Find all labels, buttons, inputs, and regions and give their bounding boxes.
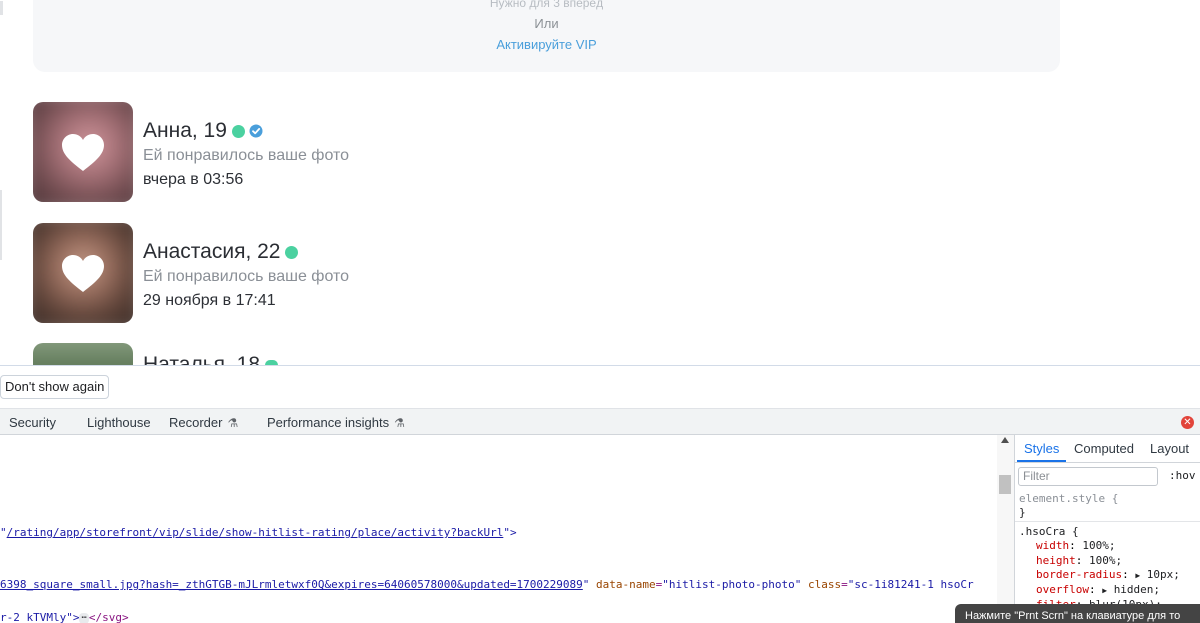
css-property[interactable]: overflow: ▶ hidden;: [1015, 583, 1200, 598]
online-status-dot: [285, 245, 299, 259]
closing-tag: </svg>: [88, 611, 129, 623]
dom-node-line[interactable]: 6398_square_small.jpg?hash=_zthGTGB-mJLr…: [0, 578, 974, 591]
css-property[interactable]: border-radius: ▶ 10px;: [1015, 568, 1200, 583]
profile-name[interactable]: Анастасия, 22: [143, 240, 280, 264]
dont-show-again-button[interactable]: Don't show again: [0, 375, 110, 399]
like-timestamp: вчера в 03:56: [143, 171, 244, 188]
attr-quote: ": [0, 526, 7, 539]
tab-label: Performance insights: [267, 415, 390, 430]
dom-node-line[interactable]: r-2 kTVMly"> ⋯ </svg>: [0, 611, 129, 623]
tab-styles[interactable]: Styles: [1024, 441, 1059, 456]
scroll-edge-marker: [0, 190, 2, 260]
expand-triangle-icon[interactable]: ▶: [1102, 586, 1107, 595]
element-style-selector: element.style {: [1019, 492, 1119, 505]
css-property[interactable]: height: 100%;: [1015, 554, 1200, 568]
blurred-profile-photo[interactable]: [33, 343, 133, 365]
like-card[interactable]: Анна, 19 Ей понравилось ваше фото вчера …: [33, 102, 633, 202]
tab-performance-insights[interactable]: Performance insights ⚗: [267, 415, 405, 430]
scroll-edge-marker: [0, 1, 3, 15]
heart-icon: [62, 255, 104, 292]
attr-value: "sc-1i81241-1 hsoCr: [847, 578, 974, 591]
activate-vip-link[interactable]: Активируйте VIP: [33, 37, 1060, 52]
scroll-up-arrow-icon[interactable]: [1001, 437, 1009, 443]
css-selector: .hsoCra {: [1019, 525, 1079, 538]
profile-name[interactable]: Анна, 19: [143, 119, 227, 143]
heart-icon: [62, 134, 104, 171]
tab-label: Recorder: [169, 415, 223, 430]
online-status-dot: [231, 124, 245, 138]
like-description: Ей понравилось ваше фото: [143, 268, 350, 285]
tab-computed[interactable]: Computed: [1074, 441, 1134, 456]
prop-name: height: [1036, 553, 1076, 567]
hov-toggle-button[interactable]: :hov: [1169, 469, 1196, 482]
experiment-flask-icon: ⚗: [394, 416, 405, 430]
blurred-profile-photo[interactable]: [33, 102, 133, 202]
attr-quote: ": [582, 578, 590, 591]
css-rule[interactable]: .hsoCra { width: 100%; height: 100%; bor…: [1015, 525, 1200, 613]
scrollbar-thumb[interactable]: [999, 475, 1011, 494]
prop-name: width: [1036, 539, 1070, 553]
attr-name: data-name: [596, 578, 656, 591]
vip-promo-box: Нужно для 3 вперёд Или Активируйте VIP: [33, 0, 1060, 72]
prop-value: 100%;: [1082, 539, 1116, 553]
tab-layout[interactable]: Layout: [1150, 441, 1189, 456]
devtools-tab-bar: Security Lighthouse Recorder ⚗ Performanc…: [0, 408, 1200, 435]
matches-page: Нужно для 3 вперёд Или Активируйте VIP А…: [0, 0, 1200, 365]
verified-badge-icon: [249, 124, 263, 138]
profile-name[interactable]: Наталья, 18: [143, 356, 260, 365]
expand-ellipsis-button[interactable]: ⋯: [79, 612, 89, 623]
devtools-info-bar: Don't show again: [0, 366, 1200, 408]
rule-close-brace: }: [1019, 506, 1026, 519]
like-card[interactable]: Анастасия, 22 Ей понравилось ваше фото 2…: [33, 223, 633, 323]
css-property[interactable]: width: 100%;: [1015, 539, 1200, 553]
attr-value: r-2 kTVMly">: [0, 611, 80, 623]
divider: [1015, 462, 1200, 463]
vip-or-text: Или: [534, 16, 559, 31]
devtools-panel: Don't show again Security Lighthouse Rec…: [0, 365, 1200, 623]
src-link[interactable]: 6398_square_small.jpg?hash=_zthGTGB-mJLr…: [0, 578, 583, 591]
tab-security[interactable]: Security: [9, 415, 56, 430]
screenshot-hint-toast: Нажмите "Prnt Scrn" на клавиатуре для то: [955, 604, 1200, 623]
vip-promo-text: Нужно для 3 вперёд: [489, 0, 604, 10]
expand-triangle-icon[interactable]: ▶: [1135, 571, 1140, 580]
attr-value: "hitlist-photo-photo": [662, 578, 802, 591]
attr-name: class: [807, 578, 842, 591]
dom-node-line[interactable]: "/rating/app/storefront/vip/slide/show-h…: [0, 526, 517, 539]
href-link[interactable]: /rating/app/storefront/vip/slide/show-hi…: [7, 526, 504, 539]
styles-pane: Styles Computed Layout Filter :hov eleme…: [1014, 435, 1200, 623]
like-timestamp: 29 ноября в 17:41: [143, 292, 276, 309]
tab-label: Security: [9, 415, 56, 430]
blurred-profile-photo[interactable]: [33, 223, 133, 323]
element-style-rule[interactable]: element.style { }: [1015, 490, 1200, 522]
tab-recorder[interactable]: Recorder ⚗: [169, 415, 238, 430]
prop-value: hidden;: [1113, 583, 1161, 597]
elements-tree[interactable]: "/rating/app/storefront/vip/slide/show-h…: [0, 435, 1014, 623]
experiment-flask-icon: ⚗: [227, 416, 239, 430]
like-description: Ей понравилось ваше фото: [143, 147, 350, 164]
prop-name: overflow: [1036, 583, 1089, 597]
tab-lighthouse[interactable]: Lighthouse: [87, 415, 151, 430]
close-icon[interactable]: ✕: [1181, 416, 1194, 429]
attr-close: ">: [503, 526, 517, 539]
prop-name: border-radius: [1036, 567, 1123, 581]
elements-scrollbar[interactable]: [997, 435, 1014, 623]
prop-value: 100%;: [1089, 553, 1123, 567]
tab-label: Lighthouse: [87, 415, 151, 430]
prop-value: 10px;: [1146, 567, 1180, 581]
styles-filter-input[interactable]: Filter: [1018, 467, 1158, 486]
